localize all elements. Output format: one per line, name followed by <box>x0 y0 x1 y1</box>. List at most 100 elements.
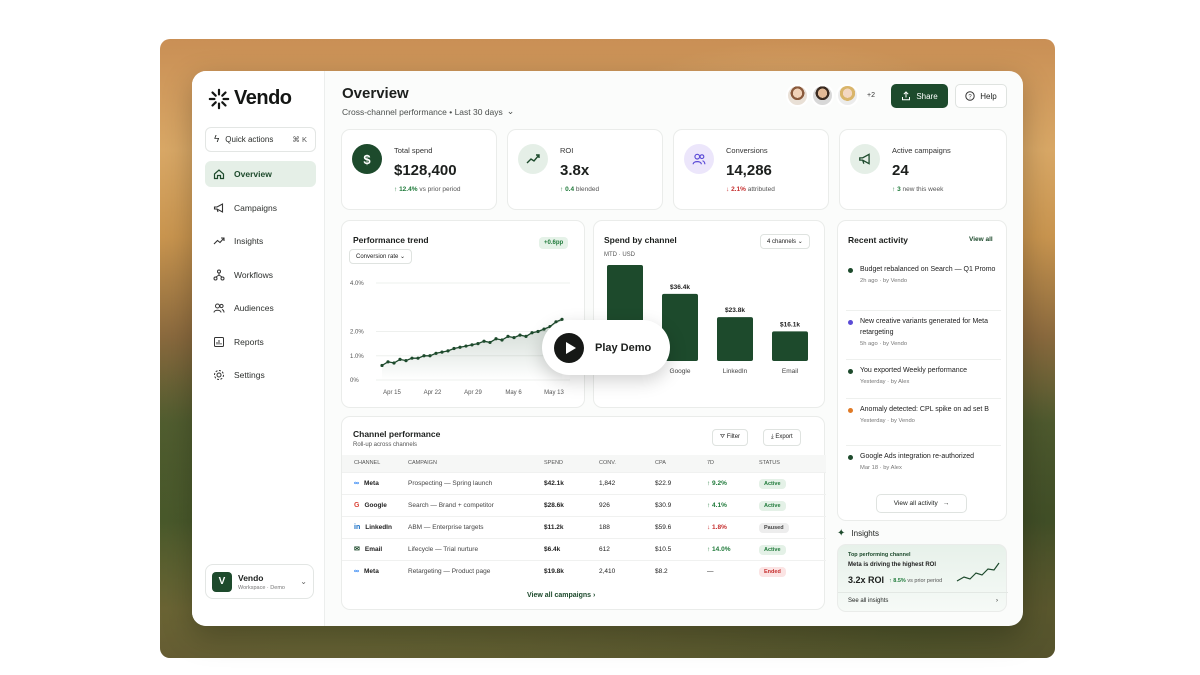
table-row[interactable]: ✉ Email Lifecycle — Trial nurture $6.4k 612 $… <box>342 537 826 560</box>
column-header[interactable]: CAMPAIGN <box>408 455 544 472</box>
trend-point <box>530 331 534 335</box>
activity-item[interactable]: Google Ads integration re-authorized Mar … <box>848 452 998 471</box>
metric-dropdown[interactable]: Conversion rate ⌄ <box>349 249 413 264</box>
cell-spend: $42.1k <box>544 471 599 494</box>
export-button[interactable]: ⤓ Export <box>763 429 801 446</box>
kpi-card-active-campaigns[interactable]: Active campaigns 24 ↑ 3 new this week <box>839 129 1007 210</box>
column-header[interactable]: CPA <box>655 455 707 472</box>
table-row[interactable]: ∞ Meta Prospecting — Spring launch $42.1k 1,… <box>342 471 826 494</box>
workspace-switcher[interactable]: V Vendo Workspace · Demo ⌄ <box>205 564 314 599</box>
chevron-right-icon: › <box>996 598 998 604</box>
activity-item[interactable]: Anomaly detected: CPL spike on ad set B Y… <box>848 405 998 424</box>
sidebar-item-overview[interactable]: Overview <box>205 161 316 187</box>
cell-channel: G Google <box>342 493 408 516</box>
status-dot <box>848 268 853 273</box>
filter-button[interactable]: ⛛ Filter <box>712 429 749 446</box>
table-row[interactable]: G Google Search — Brand + competitor $28.6k… <box>342 493 826 516</box>
sidebar-item-insights[interactable]: Insights <box>205 228 316 254</box>
date-range-selector[interactable]: Cross-channel performance • Last 30 days… <box>342 106 514 117</box>
trend-point <box>458 345 462 349</box>
bar[interactable] <box>772 331 808 361</box>
kpi-card-roi[interactable]: ROI 3.8x ↑ 0.4 blended <box>507 129 663 210</box>
logo[interactable]: Vendo <box>208 87 292 110</box>
bar-value-label: $36.4k <box>670 284 690 291</box>
activity-item[interactable]: Budget rebalanced on Search — Q1 Promo 2h… <box>848 265 998 284</box>
cell-7d: ↑ 14.0% <box>707 537 759 560</box>
play-demo-button[interactable]: Play Demo <box>542 320 670 375</box>
home-icon <box>213 169 225 180</box>
help-button[interactable]: ? Help <box>955 84 1007 108</box>
help-icon: ? <box>965 91 975 101</box>
filter-label: Filter <box>726 434 741 440</box>
sparkle-icon: ✦ <box>837 528 846 539</box>
divider <box>846 398 1001 399</box>
trend-icon <box>213 237 225 245</box>
y-tick-label: 0% <box>350 378 359 384</box>
column-header[interactable]: SPEND <box>544 455 599 472</box>
see-all-insights-link[interactable]: See all insights › <box>848 598 998 604</box>
sidebar-item-reports[interactable]: Reports <box>205 329 316 355</box>
view-all-activity-link[interactable]: View all <box>969 236 993 243</box>
kpi-value: 14,286 <box>726 162 772 179</box>
kpi-value: 24 <box>892 162 909 179</box>
sidebar-item-settings[interactable]: Settings <box>205 362 316 388</box>
cell-status: Ended <box>759 559 826 582</box>
activity-text: Anomaly detected: CPL spike on ad set B <box>860 406 989 413</box>
channels-dropdown[interactable]: 4 channels ⌄ <box>760 234 810 249</box>
share-button[interactable]: Share <box>891 84 948 108</box>
cell-cpa: $10.5 <box>655 537 707 560</box>
trend-point <box>446 349 450 353</box>
workspace-sub: Workspace · Demo <box>238 584 285 591</box>
cell-channel: ✉ Email <box>342 537 408 560</box>
card-subtitle: Roll-up across channels <box>353 442 418 448</box>
kpi-value: $128,400 <box>394 162 457 179</box>
insights-title: Insights <box>851 529 879 538</box>
cell-conv: 188 <box>599 515 655 538</box>
table-row[interactable]: ∞ Meta Retargeting — Product page $19.8k 2,4… <box>342 559 826 582</box>
card-title: Channel performance <box>353 429 441 439</box>
sidebar-item-workflows[interactable]: Workflows <box>205 262 316 288</box>
share-label: Share <box>916 91 938 101</box>
column-header[interactable]: STATUS <box>759 455 826 472</box>
activity-item[interactable]: New creative variants generated for Meta… <box>848 317 998 347</box>
card-title: Spend by channel <box>604 235 677 245</box>
kpi-label: ROI <box>560 146 574 155</box>
quick-actions-label: Quick actions <box>225 135 274 144</box>
megaphone-icon <box>213 202 224 213</box>
x-tick-label: Email <box>782 368 799 375</box>
kpi-card-total-spend[interactable]: $ Total spend $128,400 ↑ 12.4% vs prior … <box>341 129 497 210</box>
column-header[interactable]: 7D <box>707 455 759 472</box>
gear-icon <box>214 370 224 380</box>
cell-cpa: $59.6 <box>655 515 707 538</box>
linkedin-icon: in <box>354 523 361 531</box>
activity-item[interactable]: You exported Weekly performance Yesterday… <box>848 366 998 385</box>
kpi-card-conversions[interactable]: Conversions 14,286 ↓ 2.1% attributed <box>673 129 829 210</box>
cell-7d: ↑ 4.1% <box>707 493 759 516</box>
trend-point <box>440 350 444 354</box>
performance-trend-card: Performance trend +0.6pp Conversion rate… <box>341 220 585 408</box>
insight-headline: Meta is driving the highest ROI <box>848 562 937 568</box>
column-header[interactable]: CONV. <box>599 455 655 472</box>
kpi-label: Conversions <box>726 146 768 155</box>
brand-name: Vendo <box>234 87 292 109</box>
sidebar-item-audiences[interactable]: Audiences <box>205 295 316 321</box>
bar[interactable] <box>717 317 753 361</box>
status-badge: Ended <box>759 566 786 577</box>
view-all-activity-button[interactable]: View all activity → <box>876 494 967 513</box>
cell-cpa: $30.9 <box>655 493 707 516</box>
meta-icon: ∞ <box>354 567 359 575</box>
sidebar-item-campaigns[interactable]: Campaigns <box>205 195 316 221</box>
column-header[interactable]: CHANNEL <box>342 455 408 472</box>
cell-status: Active <box>759 493 826 516</box>
quick-actions-button[interactable]: ϟ Quick actions ⌘ K <box>205 127 316 152</box>
trend-point <box>542 327 546 331</box>
sidebar-item-label: Campaigns <box>234 202 277 213</box>
activity-text: New creative variants generated for Meta… <box>860 318 989 336</box>
table-row[interactable]: in LinkedIn ABM — Enterprise targets $11.2k… <box>342 515 826 538</box>
cell-cpa: $8.2 <box>655 559 707 582</box>
insight-card[interactable]: Top performing channel Meta is driving t… <box>837 544 1008 612</box>
view-all-campaigns-link[interactable]: View all campaigns › <box>527 592 595 599</box>
trend-point <box>524 334 528 338</box>
collaborators[interactable]: +2 <box>786 84 875 107</box>
bar-value-label: $16.1k <box>780 321 800 328</box>
